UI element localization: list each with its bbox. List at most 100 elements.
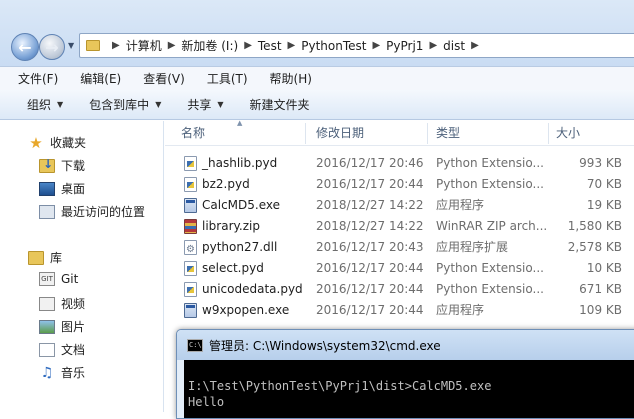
file-row[interactable]: CalcMD5.exe 2018/12/27 14:22 应用程序 19 KB [165,195,634,216]
file-date: 2018/12/27 14:22 [316,219,424,233]
sidebar-item-videos[interactable]: 视频 [39,295,85,312]
file-date: 2016/12/17 20:46 [316,156,424,170]
application-file-icon [184,198,197,213]
recent-pages-dropdown[interactable]: ▼ [68,41,74,50]
menu-bar: 文件(F) 编辑(E) 查看(V) 工具(T) 帮助(H) [0,66,634,90]
sidebar-item-label: 桌面 [61,182,86,196]
column-header-type[interactable]: 类型 [436,121,460,146]
organize-button[interactable]: 组织 ▼ [27,96,63,113]
address-bar[interactable]: ▶ 计算机 ▶ 新加卷 (I:) ▶ Test ▶ PythonTest ▶ P… [79,33,634,58]
sidebar-item-recent[interactable]: 最近访问的位置 [39,203,145,220]
menu-help[interactable]: 帮助(H) [270,70,312,87]
file-name: bz2.pyd [202,177,250,191]
file-row[interactable]: python27.dll 2016/12/17 20:43 应用程序扩展 2,5… [165,237,634,260]
console-line: Hello [188,395,225,409]
column-divider[interactable] [305,123,306,144]
share-button[interactable]: 共享 ▼ [187,96,223,113]
file-type: WinRAR ZIP arch... [436,219,548,233]
star-icon: ★ [29,133,43,152]
file-name: w9xpopen.exe [202,303,290,317]
new-folder-button[interactable]: 新建文件夹 [250,96,310,113]
file-type: 应用程序扩展 [436,240,509,254]
breadcrumb-computer[interactable]: 计算机 [126,37,162,54]
sidebar-item-downloads[interactable]: 下载 [39,157,85,174]
python-extension-file-icon [184,261,197,276]
downloads-folder-icon [39,157,55,173]
chevron-right-icon[interactable]: ▶ [244,40,252,51]
sidebar-item-label: 文档 [61,343,86,357]
folder-icon [86,40,100,51]
file-row[interactable]: select.pyd 2016/12/17 20:44 Python Exten… [165,258,634,279]
file-date: 2016/12/17 20:44 [316,303,424,317]
file-type: Python Extensio... [436,282,544,296]
menu-view[interactable]: 查看(V) [143,70,185,87]
breadcrumb-drive[interactable]: 新加卷 (I:) [181,37,238,54]
menu-edit[interactable]: 编辑(E) [80,70,121,87]
include-in-library-label: 包含到库中 [89,98,150,112]
sort-ascending-icon: ▲ [237,119,243,127]
chevron-right-icon[interactable]: ▶ [429,40,437,51]
forward-button[interactable]: → [39,34,65,60]
cmd-console[interactable]: I:\Test\PythonTest\PyPrj1\dist>CalcMD5.e… [184,360,634,418]
cmd-titlebar[interactable]: C:\ 管理员: C:\Windows\system32\cmd.exe [177,330,634,360]
column-divider[interactable] [548,123,549,144]
breadcrumb-dist[interactable]: dist [443,39,465,53]
file-name: python27.dll [202,240,278,254]
column-header-modified[interactable]: 修改日期 [316,121,364,146]
sidebar-item-label: 视频 [61,297,86,311]
chevron-right-icon[interactable]: ▶ [288,40,296,51]
file-date: 2016/12/17 20:44 [316,282,424,296]
file-row[interactable]: bz2.pyd 2016/12/17 20:44 Python Extensio… [165,174,634,195]
file-type: 应用程序 [436,198,485,212]
desktop-icon [39,181,55,196]
sidebar-item-pictures[interactable]: 图片 [39,318,85,335]
picture-library-icon [39,319,55,334]
menu-file[interactable]: 文件(F) [18,70,58,87]
column-header-name[interactable]: 名称 [181,121,205,146]
back-button[interactable]: ← [11,33,39,61]
sidebar-item-favorites[interactable]: ★ 收藏夹 [28,134,86,151]
file-row[interactable]: unicodedata.pyd 2016/12/17 20:44 Python … [165,279,634,300]
cmd-window[interactable]: C:\ 管理员: C:\Windows\system32\cmd.exe I:\… [176,329,634,419]
file-size: 70 KB [586,177,622,191]
library-icon [28,250,44,265]
file-size: 671 KB [579,282,622,296]
dll-file-icon [184,239,197,260]
file-row[interactable]: _hashlib.pyd 2016/12/17 20:46 Python Ext… [165,153,634,174]
breadcrumb-pythontest[interactable]: PythonTest [301,39,366,53]
video-library-icon [39,296,55,311]
file-name: _hashlib.pyd [202,156,278,170]
file-row[interactable]: library.zip 2018/12/27 14:22 WinRAR ZIP … [165,216,634,237]
chevron-right-icon[interactable]: ▶ [112,40,120,51]
cmd-icon: C:\ [187,338,203,352]
file-type: Python Extensio... [436,261,544,275]
chevron-down-icon: ▼ [57,100,64,109]
file-type: Python Extensio... [436,156,544,170]
winrar-archive-icon [184,219,197,234]
file-date: 2018/12/27 14:22 [316,198,424,212]
breadcrumb-test[interactable]: Test [258,39,282,53]
file-size: 109 KB [579,303,622,317]
chevron-right-icon[interactable]: ▶ [471,40,479,51]
include-in-library-button[interactable]: 包含到库中 ▼ [89,96,161,113]
menu-tools[interactable]: 工具(T) [207,70,248,87]
column-header-size[interactable]: 大小 [556,121,580,146]
chevron-right-icon[interactable]: ▶ [372,40,380,51]
sidebar-item-documents[interactable]: 文档 [39,341,85,358]
file-row[interactable]: w9xpopen.exe 2016/12/17 20:44 应用程序 109 K… [165,300,634,321]
sidebar-item-label: Git [61,272,79,286]
column-divider[interactable] [427,123,428,144]
cmd-title: 管理员: C:\Windows\system32\cmd.exe [209,338,441,353]
sidebar-item-music[interactable]: ♫ 音乐 [39,364,85,381]
file-size: 993 KB [579,156,622,170]
column-header-row: ▲ 名称 修改日期 类型 大小 [165,119,634,146]
file-date: 2016/12/17 20:44 [316,177,424,191]
chevron-right-icon[interactable]: ▶ [168,40,176,51]
sidebar-item-libraries[interactable]: 库 [28,249,62,266]
organize-label: 组织 [27,98,52,112]
sidebar-item-desktop[interactable]: 桌面 [39,180,85,197]
file-name: unicodedata.pyd [202,282,303,296]
breadcrumb-pyprj1[interactable]: PyPrj1 [386,39,423,53]
console-line: I:\Test\PythonTest\PyPrj1\dist>CalcMD5.e… [188,379,492,393]
sidebar-item-git[interactable]: GIT Git [39,272,78,286]
